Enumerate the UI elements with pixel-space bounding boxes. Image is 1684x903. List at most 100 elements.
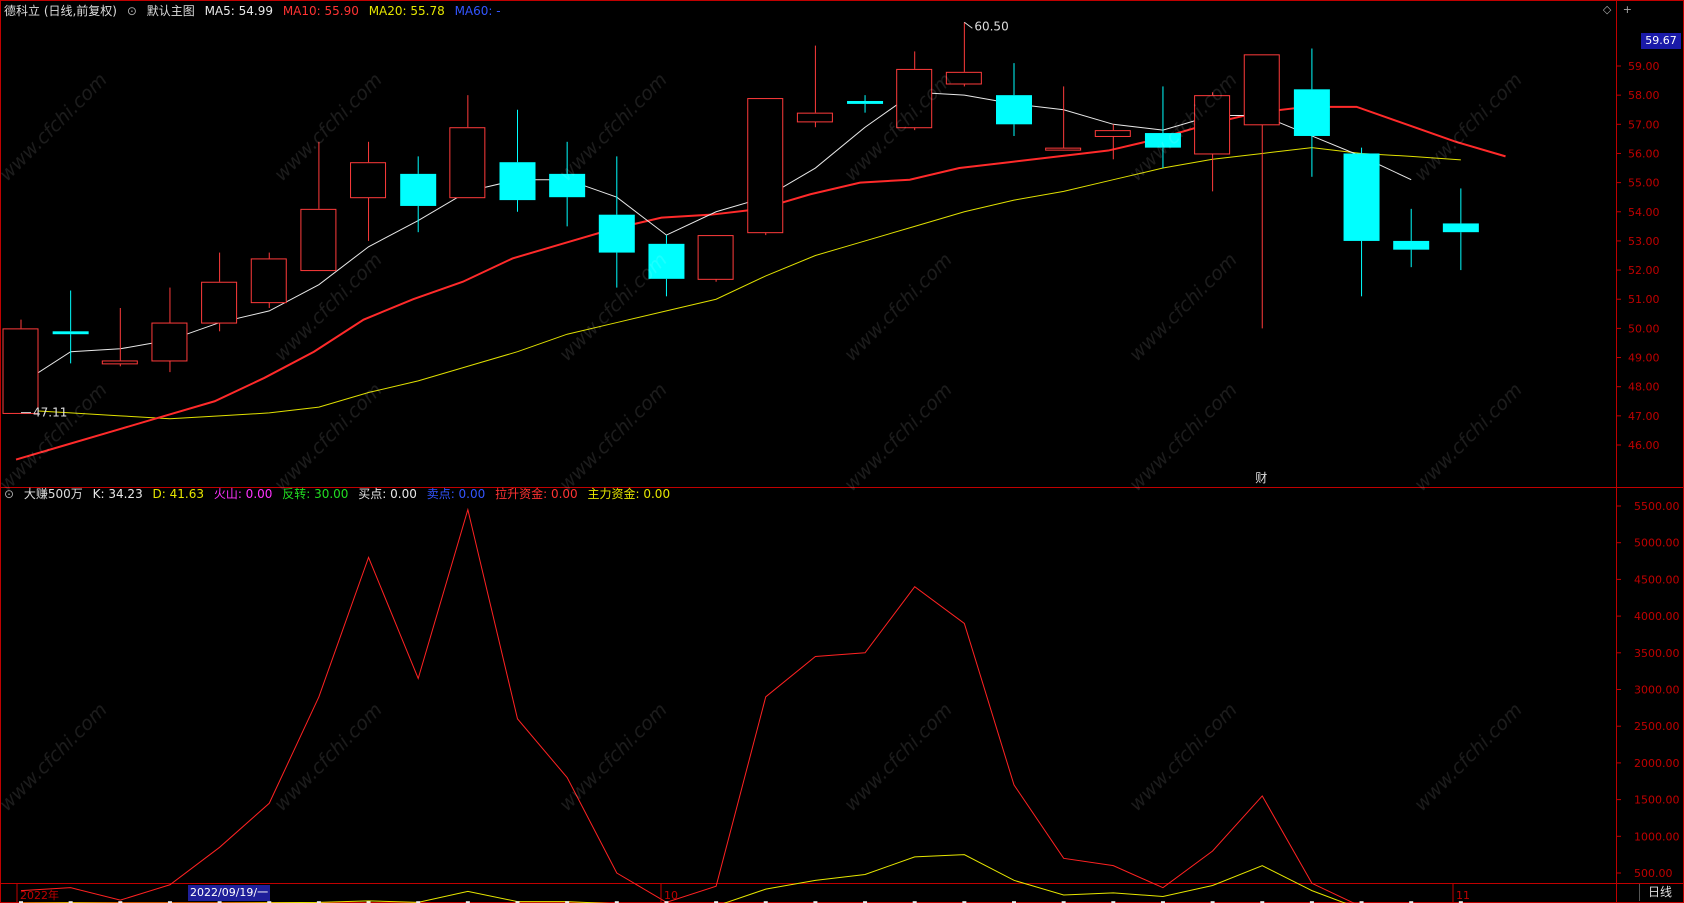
sub-tick-label: 3000.00 xyxy=(1634,684,1680,697)
ma10-label: MA10: 55.90 xyxy=(282,4,359,18)
sub-tick-label: 1500.00 xyxy=(1634,794,1680,807)
chart-tools: ◇ + xyxy=(1595,3,1632,16)
candle xyxy=(847,95,884,113)
period-button[interactable]: 日线 xyxy=(1639,884,1680,901)
high-pointer xyxy=(964,21,973,29)
candle xyxy=(151,287,188,373)
candle-body xyxy=(896,68,933,129)
candle-body xyxy=(449,127,486,199)
fund-line xyxy=(20,507,1355,903)
candle xyxy=(996,63,1032,136)
sub-tick-label: 5000.00 xyxy=(1634,537,1680,550)
price-tick-label: 58.00 xyxy=(1628,89,1660,102)
candle-body xyxy=(1293,89,1330,136)
candle-body xyxy=(796,112,833,123)
candle xyxy=(250,252,287,308)
candle-body xyxy=(1243,54,1280,126)
indicator-name[interactable]: 大赚500万 xyxy=(24,487,83,501)
candle-body xyxy=(1094,130,1131,137)
current-price-tag: 59.67 xyxy=(1641,33,1681,49)
price-tick-label: 59.00 xyxy=(1628,60,1660,73)
candle-body xyxy=(1194,95,1231,155)
price-tick-label: 53.00 xyxy=(1628,235,1660,248)
candle xyxy=(598,156,635,288)
price-tick-label: 57.00 xyxy=(1628,118,1660,131)
price-tick-label: 48.00 xyxy=(1628,381,1660,394)
candle-body xyxy=(201,281,238,324)
candle xyxy=(201,252,238,332)
high-annotation: 60.50 xyxy=(974,19,1008,33)
candle xyxy=(747,98,784,236)
candle-body xyxy=(1442,223,1479,233)
lasheng-value: 拉升资金: 0.00 xyxy=(495,487,578,501)
indicator-legend: ⊙ 大赚500万 K: 34.23 D: 41.63 火山: 0.00 反转: … xyxy=(4,486,676,502)
ma5-label: MA5: 54.99 xyxy=(204,4,273,18)
candle-body xyxy=(945,71,982,85)
plus-icon[interactable]: + xyxy=(1623,3,1632,16)
stock-title[interactable]: 德科立 (日线,前复权) xyxy=(4,4,117,18)
candle-body xyxy=(648,243,685,279)
price-tick-label: 50.00 xyxy=(1628,322,1660,335)
candle-body xyxy=(1144,133,1181,148)
candle-body xyxy=(250,258,287,304)
candle xyxy=(796,45,833,128)
sub-tick-label: 4500.00 xyxy=(1634,573,1680,586)
stock-chart[interactable]: 46.00 47.00 48.00 49.00 50.00 51.00 52.00 53.00… xyxy=(0,0,1684,903)
sub-tick-label: 1000.00 xyxy=(1634,830,1680,843)
candle-body xyxy=(499,162,536,201)
caibao-marker: 财 xyxy=(1255,471,1267,485)
candle-body xyxy=(598,214,635,253)
candle xyxy=(648,235,685,297)
candle-body xyxy=(1393,240,1430,250)
price-tick-label: 52.00 xyxy=(1628,264,1660,277)
candle xyxy=(350,141,387,241)
diamond-icon[interactable]: ◇ xyxy=(1603,3,1611,16)
candle-body xyxy=(847,100,884,104)
candle-body xyxy=(151,322,188,362)
candle xyxy=(101,307,138,367)
candle xyxy=(1343,147,1380,297)
candle xyxy=(300,141,337,272)
chevron-icon[interactable]: ⊙ xyxy=(127,4,137,18)
date-label: 10 xyxy=(664,889,678,902)
zhuli-value: 主力资金: 0.00 xyxy=(587,487,671,501)
sub-tick-label: 500.00 xyxy=(1634,867,1673,880)
indicator-dropdown-icon[interactable]: ⊙ xyxy=(4,487,14,501)
date-label: 11 xyxy=(1456,889,1470,902)
candle-body xyxy=(300,208,337,272)
low-annotation: 47.11 xyxy=(33,406,67,420)
candle-body xyxy=(101,360,138,365)
candle xyxy=(2,319,39,414)
price-tick-label: 46.00 xyxy=(1628,439,1660,452)
template-label[interactable]: 默认主图 xyxy=(147,4,195,18)
selected-date-label: 2022/09/19/一 xyxy=(188,885,271,901)
candle xyxy=(1144,86,1181,169)
candle xyxy=(1393,208,1430,268)
candle-body xyxy=(400,173,437,206)
candle-body xyxy=(1343,153,1380,241)
price-tick-label: 47.00 xyxy=(1628,410,1660,423)
d-value: D: 41.63 xyxy=(152,487,204,501)
candle xyxy=(400,156,437,233)
candle-body xyxy=(549,173,586,198)
candle xyxy=(1045,86,1082,151)
candle xyxy=(449,95,486,199)
price-tick-label: 51.00 xyxy=(1628,293,1660,306)
sub-tick-label: 4000.00 xyxy=(1634,610,1680,623)
candle xyxy=(52,290,89,364)
price-tick-label: 54.00 xyxy=(1628,206,1660,219)
chart-frame xyxy=(0,0,1684,903)
huoshan-value: 火山: 0.00 xyxy=(213,487,273,501)
maidian-value: 买点: 0.00 xyxy=(358,487,417,501)
candle-body xyxy=(350,162,387,199)
candle-body xyxy=(1045,147,1082,151)
price-tick-label: 56.00 xyxy=(1628,147,1660,160)
sub-tick-label: 2000.00 xyxy=(1634,757,1680,770)
candle xyxy=(1243,54,1280,329)
sub-tick-label: 3500.00 xyxy=(1634,647,1680,660)
ma20-label: MA20: 55.78 xyxy=(368,4,445,18)
sub-tick-label: 2500.00 xyxy=(1634,720,1680,733)
candle xyxy=(1194,92,1231,192)
candle xyxy=(896,51,933,131)
candle-body xyxy=(2,328,39,414)
